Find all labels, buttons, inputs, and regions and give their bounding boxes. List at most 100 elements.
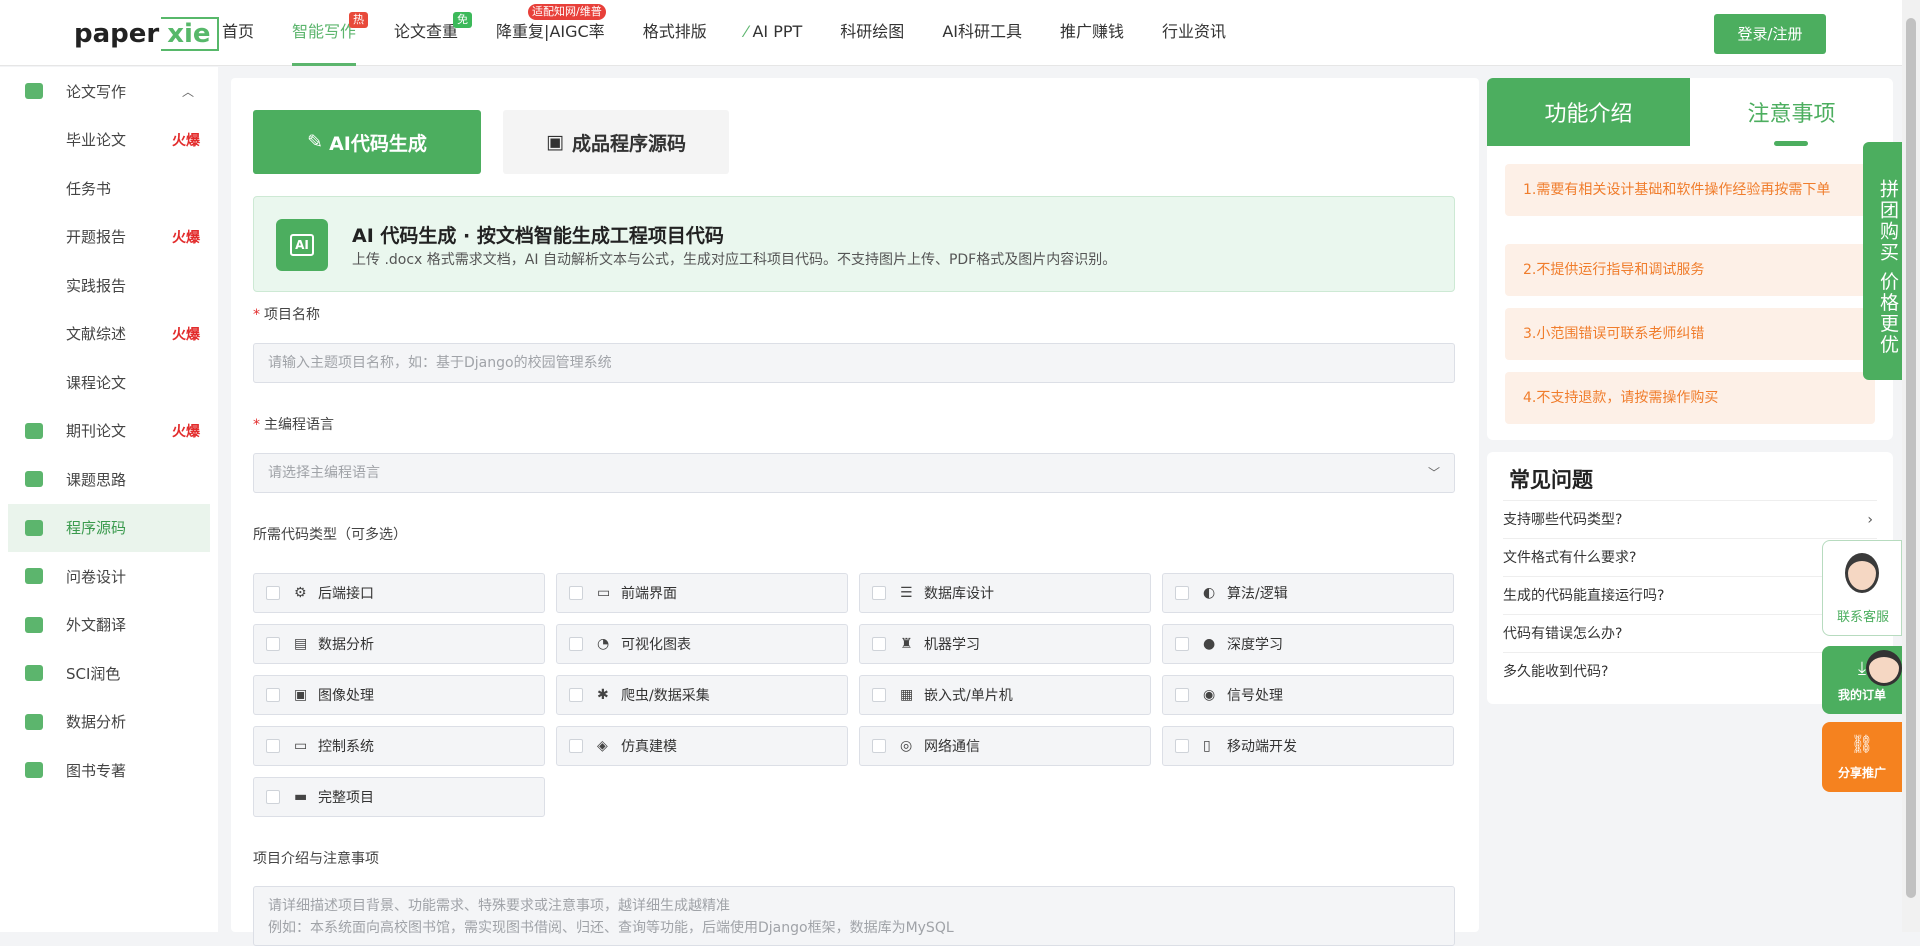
main-nav: 首页 智能写作热 论文查重免 降重复|AIGC率 适配知网/维普 格式排版 ⁄ A… — [222, 0, 1264, 66]
monitor-icon: ▭ — [294, 738, 308, 754]
brain-icon: ◐ — [1203, 585, 1216, 601]
sidebar-item-task-book[interactable]: 任务书 — [0, 164, 218, 213]
nav-smart-writing[interactable]: 智能写作热 — [292, 0, 369, 66]
project-name-label: * 项目名称 — [253, 307, 320, 323]
clipboard-icon: ▤ — [294, 636, 308, 652]
sidebar-item-data-analysis[interactable]: 数据分析 — [0, 698, 218, 747]
checkbox-backend-api[interactable]: ⚙ 后端接口 — [253, 573, 545, 613]
notice-item: 3.小范围错误可联系老师纠错 — [1505, 308, 1875, 360]
nav-ai-tools[interactable]: AI科研工具 — [942, 0, 1022, 66]
sidebar-item-topic-idea[interactable]: 课题思路 — [0, 455, 218, 504]
survey-icon — [25, 568, 43, 585]
faq-item[interactable]: 生成的代码能直接运行吗? — [1503, 576, 1877, 614]
sci-icon — [25, 665, 43, 682]
logo[interactable]: paper xie — [74, 12, 219, 56]
nav-ai-ppt[interactable]: ⁄ AI PPT — [745, 0, 803, 66]
hot-badge: 热 — [349, 12, 369, 28]
sidebar-item-thesis-writing[interactable]: 论文写作 ︿ — [0, 67, 218, 116]
project-name-input[interactable]: 请输入主题项目名称，如：基于Django的校园管理系统 — [253, 343, 1455, 383]
checkbox-mobile[interactable]: ▯ 移动端开发 — [1162, 726, 1454, 766]
language-select[interactable]: 请选择主编程语言 ﹀ — [253, 453, 1455, 493]
checkbox-machine-learning[interactable]: ♜ 机器学习 — [859, 624, 1151, 664]
checkbox-crawler[interactable]: ✱ 爬虫/数据采集 — [556, 675, 848, 715]
faq-title: 常见问题 — [1509, 468, 1593, 492]
tab-ai-code-generate[interactable]: ✎ AI代码生成 — [253, 110, 481, 174]
bug-icon: ✱ — [597, 687, 609, 703]
faq-item[interactable]: 文件格式有什么要求? — [1503, 538, 1877, 576]
chevron-up-icon: ︿ — [182, 84, 195, 99]
tab-feature-intro[interactable]: 功能介绍 — [1487, 78, 1690, 146]
nav-news[interactable]: 行业资讯 — [1162, 0, 1226, 66]
description-textarea[interactable]: 请详细描述项目背景、功能需求、特殊要求或注意事项，越详细生成越精准 例如：本系统… — [253, 886, 1455, 946]
sidebar-item-proposal[interactable]: 开题报告 火爆 — [0, 213, 218, 262]
sidebar-item-graduation[interactable]: 毕业论文 火爆 — [0, 116, 218, 165]
sidebar-item-course-paper[interactable]: 课程论文 — [0, 358, 218, 407]
checkbox-deep-learning[interactable]: ● 深度学习 — [1162, 624, 1454, 664]
nav-format[interactable]: 格式排版 — [643, 0, 707, 66]
monitor-icon: ▣ — [546, 131, 564, 153]
checkbox-control-system[interactable]: ▭ 控制系统 — [253, 726, 545, 766]
code-icon — [25, 519, 43, 536]
notice-item: 2.不提供运行指导和调试服务 — [1505, 244, 1875, 296]
book-icon — [25, 762, 43, 779]
checkbox-signal-processing[interactable]: ◉ 信号处理 — [1162, 675, 1454, 715]
tab-finished-source-code[interactable]: ▣ 成品程序源码 — [503, 110, 729, 174]
faq-item[interactable]: 代码有错误怎么办? — [1503, 614, 1877, 652]
checkbox-image-processing[interactable]: ▣ 图像处理 — [253, 675, 545, 715]
tab-notes[interactable]: 注意事项 — [1690, 78, 1893, 146]
faq-item[interactable]: 多久能收到代码? — [1503, 652, 1877, 690]
signal-icon: ◉ — [1203, 687, 1216, 703]
checkbox-algorithm[interactable]: ◐ 算法/逻辑 — [1162, 573, 1454, 613]
nav-research-drawing[interactable]: 科研绘图 — [840, 0, 904, 66]
sidebar-item-monograph[interactable]: 图书专著 — [0, 746, 218, 795]
chip-icon: ▦ — [900, 687, 914, 703]
notice-item: 1.需要有相关设计基础和软件操作经验再按需下单 — [1505, 164, 1875, 216]
notice-item: 4.不支持退款，请按需操作购买 — [1505, 372, 1875, 424]
translate-icon — [25, 616, 43, 633]
nav-plagiarism-check[interactable]: 论文查重免 — [394, 0, 473, 66]
hot-label: 火爆 — [172, 326, 200, 343]
database-icon: ☰ — [900, 585, 913, 601]
logo-text-right: xie — [161, 17, 219, 51]
faq-item[interactable]: 支持哪些代码类型? › — [1503, 500, 1877, 538]
checkbox-data-analysis[interactable]: ▤ 数据分析 — [253, 624, 545, 664]
hot-label: 火爆 — [172, 229, 200, 246]
group-buy-tab[interactable]: 拼团购买 价格更优 — [1863, 142, 1902, 380]
nav-reduce-repeat[interactable]: 降重复|AIGC率 适配知网/维普 — [496, 0, 606, 66]
feature-banner: AI AI 代码生成 · 按文档智能生成工程项目代码 上传 .docx 格式需求… — [253, 196, 1455, 292]
checkbox-embedded[interactable]: ▦ 嵌入式/单片机 — [859, 675, 1151, 715]
nav-promote[interactable]: 推广赚钱 — [1060, 0, 1124, 66]
customer-service-button[interactable]: 联系客服 — [1822, 540, 1902, 636]
phone-icon: ▯ — [1203, 738, 1211, 754]
sidebar-item-source-code[interactable]: 程序源码 — [8, 503, 210, 552]
pie-chart-icon: ◔ — [597, 636, 610, 652]
sidebar-item-sci-polish[interactable]: SCI润色 — [0, 649, 218, 698]
sidebar-item-practice-report[interactable]: 实践报告 — [0, 261, 218, 310]
page-scrollbar[interactable] — [1902, 0, 1920, 932]
ai-chip-icon: AI — [276, 219, 328, 271]
server-icon: ⚙ — [294, 585, 307, 601]
checkbox-simulation[interactable]: ◈ 仿真建模 — [556, 726, 848, 766]
sidebar-item-translation[interactable]: 外文翻译 — [0, 601, 218, 650]
checkbox-visual-chart[interactable]: ◔ 可视化图表 — [556, 624, 848, 664]
link-icon: ⛓ — [1850, 734, 1874, 755]
bar-chart-icon — [25, 713, 43, 730]
checkbox-network[interactable]: ◎ 网络通信 — [859, 726, 1151, 766]
cnki-badge: 适配知网/维普 — [528, 4, 606, 20]
chevron-down-icon: ﹀ — [1427, 466, 1440, 480]
banner-description: 上传 .docx 格式需求文档，AI 自动解析文本与公式，生成对应工科项目代码。… — [352, 252, 1117, 268]
globe-icon: ◎ — [900, 738, 913, 754]
logo-text-left: paper — [74, 19, 160, 49]
checkbox-database-design[interactable]: ☰ 数据库设计 — [859, 573, 1151, 613]
sidebar-item-literature-review[interactable]: 文献综述 火爆 — [0, 310, 218, 359]
free-badge: 免 — [453, 12, 473, 28]
nav-home[interactable]: 首页 — [222, 0, 254, 66]
checkbox-frontend-ui[interactable]: ▭ 前端界面 — [556, 573, 848, 613]
agent-avatar-icon[interactable] — [1866, 650, 1902, 686]
checkbox-full-project[interactable]: ▬ 完整项目 — [253, 777, 545, 817]
cube-icon: ◈ — [597, 738, 608, 754]
sidebar-item-survey[interactable]: 问卷设计 — [0, 552, 218, 601]
sidebar-item-journal[interactable]: 期刊论文 火爆 — [0, 407, 218, 456]
login-register-button[interactable]: 登录/注册 — [1714, 14, 1826, 54]
share-promote-button[interactable]: ⛓ 分享推广 — [1822, 722, 1902, 792]
